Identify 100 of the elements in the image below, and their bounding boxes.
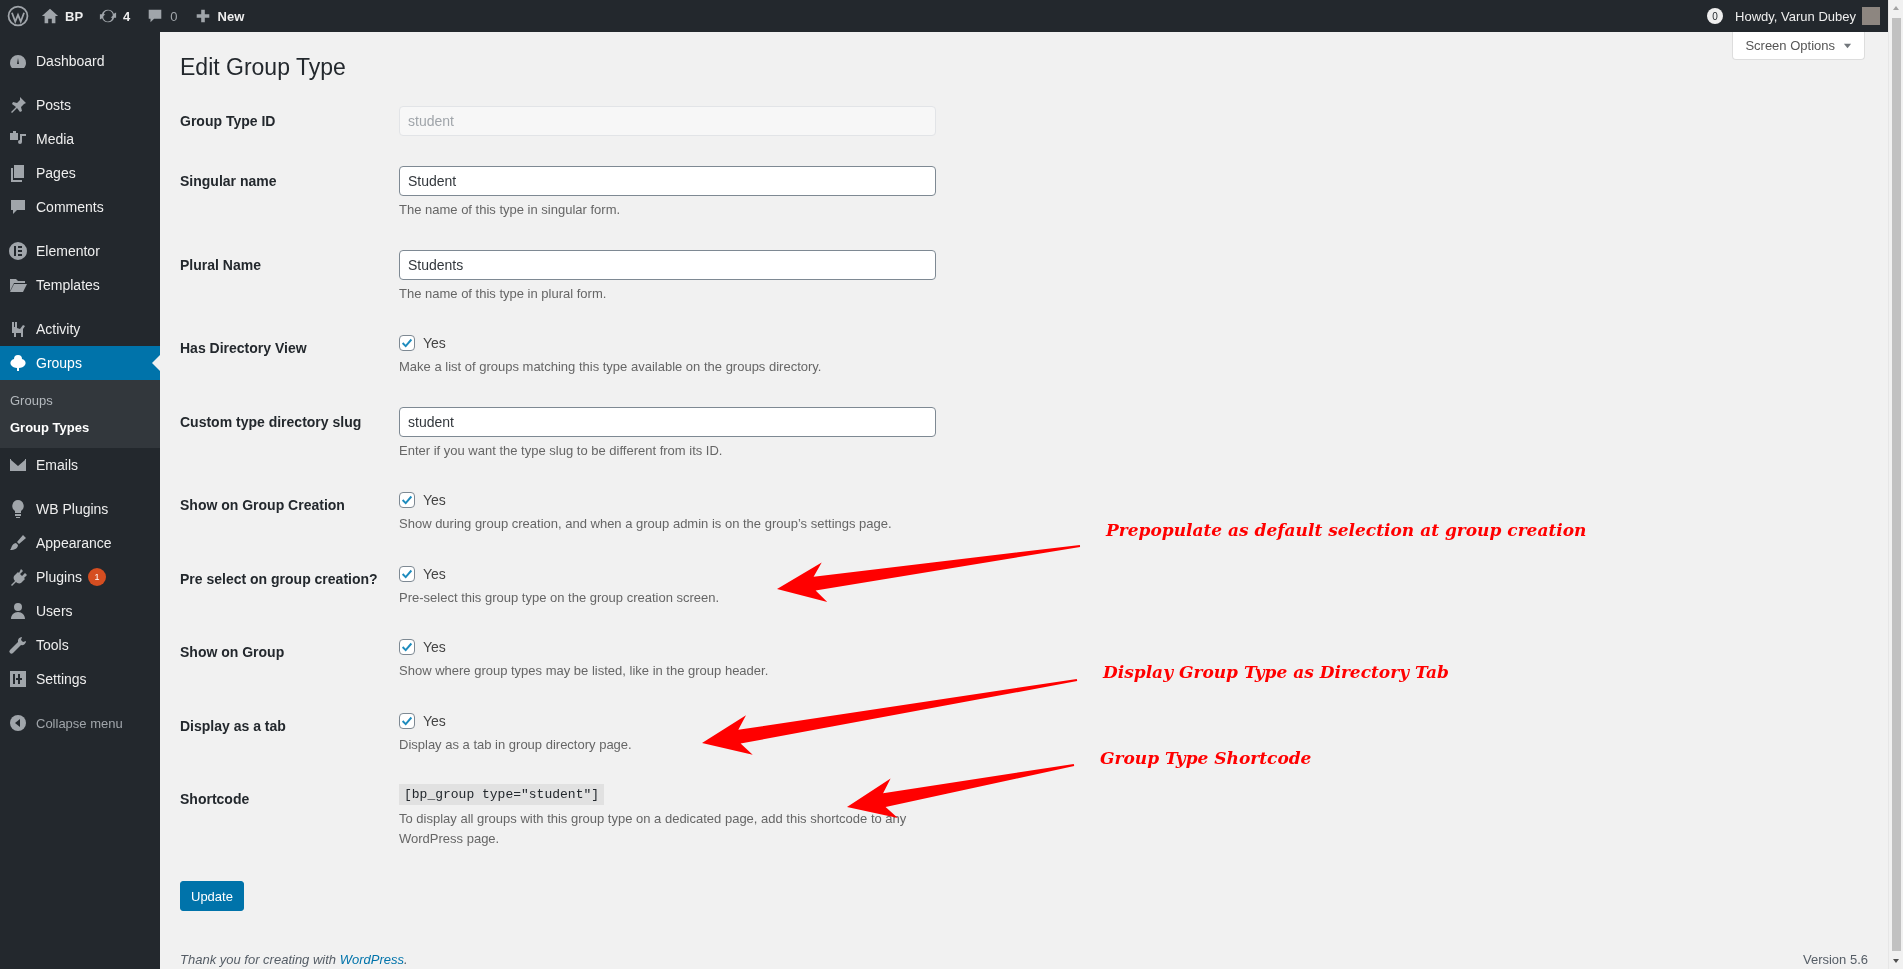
- notification-count[interactable]: 0: [1707, 8, 1724, 24]
- checkbox[interactable]: [399, 565, 415, 582]
- comments-link[interactable]: 0: [146, 7, 178, 25]
- checkbox[interactable]: [399, 712, 415, 729]
- version-text: Version 5.6: [1802, 952, 1868, 967]
- menu-item[interactable]: Dashboard: [0, 44, 160, 78]
- field-description: Show where group types may be listed, like in the group header.: [399, 662, 770, 680]
- menu-item[interactable]: Comments: [0, 190, 160, 224]
- scrollbar[interactable]: [1888, 0, 1903, 969]
- wordpress-link[interactable]: WordPress: [339, 952, 404, 967]
- field-description: Make a list of groups matching this type available on the groups directory.: [399, 358, 823, 376]
- menu-item[interactable]: Tools: [0, 628, 160, 662]
- checkbox[interactable]: [399, 639, 415, 655]
- menu-label: Media: [36, 131, 75, 147]
- menu-item[interactable]: Activity: [0, 312, 160, 346]
- field-label: Plural Name: [180, 255, 262, 275]
- menu-label: Users: [36, 603, 73, 619]
- field-label: Custom type directory slug: [180, 412, 363, 432]
- menu-label: Appearance: [36, 535, 112, 551]
- text-field[interactable]: Student: [399, 166, 936, 196]
- menu-label: Posts: [36, 97, 71, 113]
- field-label: Has Directory View: [180, 339, 308, 358]
- update-button[interactable]: Update: [180, 881, 244, 911]
- check-icon: [400, 493, 414, 507]
- text-field[interactable]: Students: [399, 249, 936, 280]
- menu-label: WB Plugins: [36, 501, 109, 517]
- screen-options-button[interactable]: Screen Options: [1732, 32, 1865, 60]
- menu-label: Emails: [36, 457, 78, 473]
- updates-link[interactable]: 4: [99, 7, 131, 25]
- annotation-text: Display Group Type as Directory Tab: [1103, 662, 1449, 682]
- menu-label: Comments: [36, 199, 104, 215]
- menu-label: Settings: [36, 671, 87, 687]
- menu-label: Elementor: [36, 243, 100, 259]
- field-label: Show on Group: [180, 643, 286, 662]
- menu-label: Collapse menu: [36, 715, 123, 731]
- field-label: Group Type ID: [180, 112, 277, 131]
- menu-icon: [8, 601, 28, 621]
- menu-item[interactable]: Plugins 1: [0, 560, 160, 594]
- menu-label: Dashboard: [36, 53, 105, 69]
- collapse-icon: [8, 713, 28, 733]
- site-link[interactable]: BP: [41, 7, 84, 25]
- checkbox-label: Yes: [423, 639, 446, 655]
- check-icon: [400, 640, 414, 654]
- field-label: Pre select on group creation?: [180, 569, 379, 589]
- menu-icon: [8, 241, 28, 261]
- checkbox-label: Yes: [423, 712, 446, 729]
- menu-icon: [8, 533, 28, 553]
- checkbox[interactable]: [399, 335, 415, 351]
- new-link[interactable]: New: [193, 7, 245, 25]
- menu-item[interactable]: Settings: [0, 662, 160, 696]
- page-title: Edit Group Type: [180, 53, 346, 82]
- home-icon: [41, 7, 59, 25]
- menu-icon: [8, 197, 28, 217]
- check-icon: [400, 336, 414, 350]
- field-description: To display all groups with this group type on a dedicated page, add this shortcode to any WordPress page.: [399, 810, 908, 848]
- menu-label: Pages: [36, 165, 76, 181]
- field-description: Enter if you want the type slug to be different from its ID.: [399, 441, 724, 460]
- menu-item[interactable]: Pages: [0, 156, 160, 190]
- checkbox-label: Yes: [423, 335, 446, 351]
- menu-item[interactable]: Media: [0, 122, 160, 156]
- menu-item[interactable]: Appearance: [0, 526, 160, 560]
- count-badge: 1: [87, 568, 106, 586]
- scrollbar-thumb[interactable]: [1891, 18, 1901, 951]
- field-description: Pre-select this group type on the group creation screen.: [399, 588, 721, 607]
- checkbox-label: Yes: [423, 565, 446, 582]
- annotation-text: Group Type Shortcode: [1100, 748, 1312, 768]
- submenu-item[interactable]: Group Types: [0, 414, 160, 441]
- menu-item[interactable]: Emails: [0, 448, 160, 482]
- text-field[interactable]: student: [399, 406, 936, 437]
- menu-item[interactable]: WB Plugins: [0, 492, 160, 526]
- menu-item[interactable]: Posts: [0, 88, 160, 122]
- account-link[interactable]: Howdy, Varun Dubey: [1735, 8, 1856, 24]
- shortcode-text: [bp_group type="student"]: [399, 784, 605, 805]
- menu-item[interactable]: Users: [0, 594, 160, 628]
- field-label: Singular name: [180, 172, 278, 191]
- menu-label: Plugins: [36, 569, 82, 585]
- menu-item[interactable]: Templates: [0, 268, 160, 302]
- field-description: The name of this type in plural form.: [399, 284, 608, 303]
- field-label: Shortcode: [180, 790, 251, 809]
- footer-text: Thank you for creating with WordPress.: [180, 952, 408, 967]
- field-description: Display as a tab in group directory page.: [399, 735, 633, 754]
- menu-icon: [8, 635, 28, 655]
- field-label: Show on Group Creation: [180, 496, 346, 515]
- checkbox-label: Yes: [423, 492, 446, 508]
- menu-item[interactable]: Elementor: [0, 234, 160, 268]
- field-description: The name of this type in singular form.: [399, 201, 622, 219]
- field-description: Show during group creation, and when a group admin is on the group’s settings page.: [399, 515, 893, 533]
- menu-icon: [8, 353, 28, 373]
- field-label: Display as a tab: [180, 716, 287, 736]
- menu-label: Activity: [36, 321, 81, 337]
- checkbox[interactable]: [399, 492, 415, 508]
- caret-icon: [1843, 41, 1852, 50]
- menu-item[interactable]: Groups: [0, 346, 160, 380]
- menu-label: Tools: [36, 637, 69, 653]
- logo-icon[interactable]: [7, 5, 29, 27]
- refresh-icon: [99, 7, 118, 25]
- menu-label: Templates: [36, 277, 100, 293]
- submenu-item[interactable]: Groups: [0, 387, 160, 414]
- collapse-menu-button[interactable]: Collapse menu: [0, 706, 160, 740]
- menu-label: Groups: [36, 355, 82, 371]
